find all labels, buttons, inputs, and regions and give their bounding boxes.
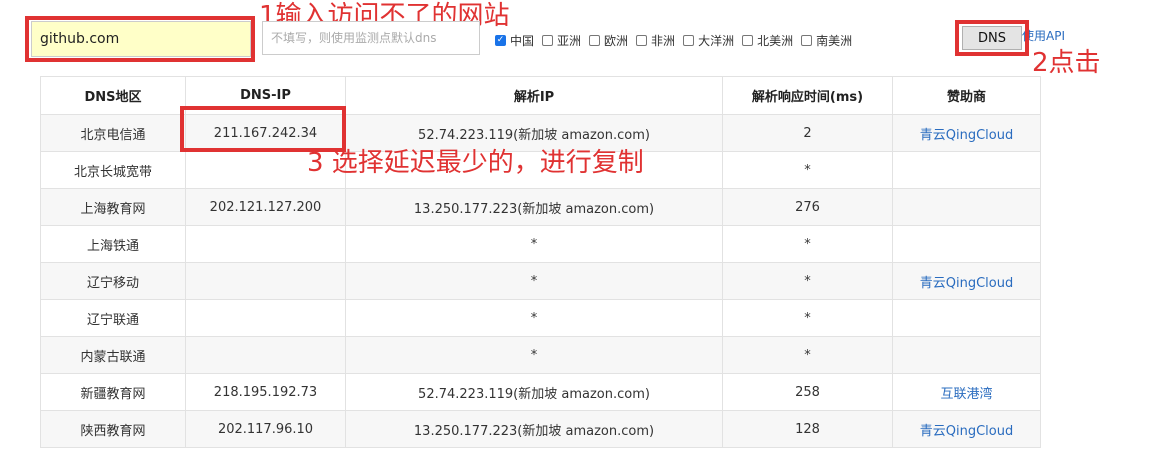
dns-results-table: DNS地区 DNS-IP 解析IP 解析响应时间(ms) 赞助商 北京电信通 2…: [40, 76, 1041, 448]
cell-sponsor-link[interactable]: 青云QingCloud: [892, 114, 1041, 152]
cell-response-time: *: [722, 225, 893, 263]
cell-response-time: *: [722, 151, 893, 189]
cell-response-time: 2: [722, 114, 893, 152]
cell-dns-ip: [185, 225, 346, 263]
header-resolved-ip: 解析IP: [345, 76, 723, 115]
cell-dns-region: 新疆教育网: [40, 373, 186, 411]
cell-response-time: *: [722, 336, 893, 374]
table-header-row: DNS地区 DNS-IP 解析IP 解析响应时间(ms) 赞助商: [40, 76, 1041, 115]
cell-dns-region: 北京电信通: [40, 114, 186, 152]
cell-response-time: *: [722, 262, 893, 300]
cell-resolved-ip: 13.250.177.223(新加坡 amazon.com): [345, 188, 723, 226]
cell-resolved-ip: *: [345, 225, 723, 263]
cell-sponsor-link: [892, 188, 1041, 226]
region-south-america[interactable]: 南美洲: [801, 32, 852, 49]
checkbox-icon[interactable]: [683, 34, 695, 46]
cell-dns-region: 北京长城宽带: [40, 151, 186, 189]
cell-dns-region: 陕西教育网: [40, 410, 186, 448]
cell-resolved-ip: 52.74.223.119(新加坡 amazon.com): [345, 114, 723, 152]
cell-dns-ip[interactable]: 211.167.242.34: [185, 114, 346, 152]
cell-response-time: 276: [722, 188, 893, 226]
table-row: 辽宁移动 * * 青云QingCloud: [40, 262, 1041, 300]
cell-sponsor-link[interactable]: 互联港湾: [892, 373, 1041, 411]
header-sponsor: 赞助商: [892, 76, 1041, 115]
header-response-time: 解析响应时间(ms): [722, 76, 893, 115]
table-row: 新疆教育网 218.195.192.73 52.74.223.119(新加坡 a…: [40, 373, 1041, 411]
region-europe[interactable]: 欧洲: [589, 32, 628, 49]
annotation-step-2: 2点击: [1032, 48, 1101, 78]
use-api-link[interactable]: 使用API: [1022, 27, 1065, 44]
cell-dns-region: 上海教育网: [40, 188, 186, 226]
annotation-step-3: 3 选择延迟最少的，进行复制: [307, 148, 644, 178]
cell-dns-region: 辽宁移动: [40, 262, 186, 300]
cell-resolved-ip: 52.74.223.119(新加坡 amazon.com): [345, 373, 723, 411]
cell-sponsor-link[interactable]: 青云QingCloud: [892, 410, 1041, 448]
cell-response-time: 128: [722, 410, 893, 448]
cell-sponsor-link: [892, 151, 1041, 189]
region-china[interactable]: ✓ 中国: [495, 32, 534, 49]
header-dns-region: DNS地区: [40, 76, 186, 115]
checkbox-icon[interactable]: [636, 34, 648, 46]
checkbox-checked-icon[interactable]: ✓: [495, 34, 506, 46]
cell-dns-ip[interactable]: 202.117.96.10: [185, 410, 346, 448]
region-asia[interactable]: 亚洲: [542, 32, 581, 49]
table-row: 上海铁通 * *: [40, 225, 1041, 263]
region-oceania[interactable]: 大洋洲: [683, 32, 734, 49]
table-row: 上海教育网 202.121.127.200 13.250.177.223(新加坡…: [40, 188, 1041, 226]
cell-dns-ip[interactable]: 218.195.192.73: [185, 373, 346, 411]
cell-dns-ip: [185, 299, 346, 337]
checkbox-icon[interactable]: [589, 34, 601, 46]
cell-dns-ip: [185, 262, 346, 300]
table-row: 北京电信通 211.167.242.34 52.74.223.119(新加坡 a…: [40, 114, 1041, 152]
cell-dns-ip[interactable]: 202.121.127.200: [185, 188, 346, 226]
cell-response-time: *: [722, 299, 893, 337]
domain-input[interactable]: [31, 21, 251, 57]
cell-dns-region: 内蒙古联通: [40, 336, 186, 374]
cell-response-time: 258: [722, 373, 893, 411]
table-row: 内蒙古联通 * *: [40, 336, 1041, 374]
cell-resolved-ip: *: [345, 262, 723, 300]
cell-sponsor-link: [892, 336, 1041, 374]
table-row: 辽宁联通 * *: [40, 299, 1041, 337]
cell-sponsor-link: [892, 225, 1041, 263]
header-dns-ip: DNS-IP: [185, 76, 346, 115]
monitor-dns-input[interactable]: [262, 21, 480, 55]
region-filter: ✓ 中国 亚洲 欧洲 非洲 大洋洲 北美洲 南美洲: [495, 30, 860, 50]
checkbox-icon[interactable]: [801, 34, 813, 46]
dns-query-button[interactable]: DNS: [962, 26, 1022, 50]
checkbox-icon[interactable]: [542, 34, 554, 46]
table-row: 陕西教育网 202.117.96.10 13.250.177.223(新加坡 a…: [40, 410, 1041, 448]
cell-resolved-ip: *: [345, 336, 723, 374]
region-north-america[interactable]: 北美洲: [742, 32, 793, 49]
cell-resolved-ip: *: [345, 299, 723, 337]
checkbox-icon[interactable]: [742, 34, 754, 46]
cell-dns-region: 上海铁通: [40, 225, 186, 263]
cell-dns-ip: [185, 336, 346, 374]
cell-sponsor-link[interactable]: 青云QingCloud: [892, 262, 1041, 300]
region-africa[interactable]: 非洲: [636, 32, 675, 49]
cell-resolved-ip: 13.250.177.223(新加坡 amazon.com): [345, 410, 723, 448]
cell-dns-region: 辽宁联通: [40, 299, 186, 337]
cell-sponsor-link: [892, 299, 1041, 337]
